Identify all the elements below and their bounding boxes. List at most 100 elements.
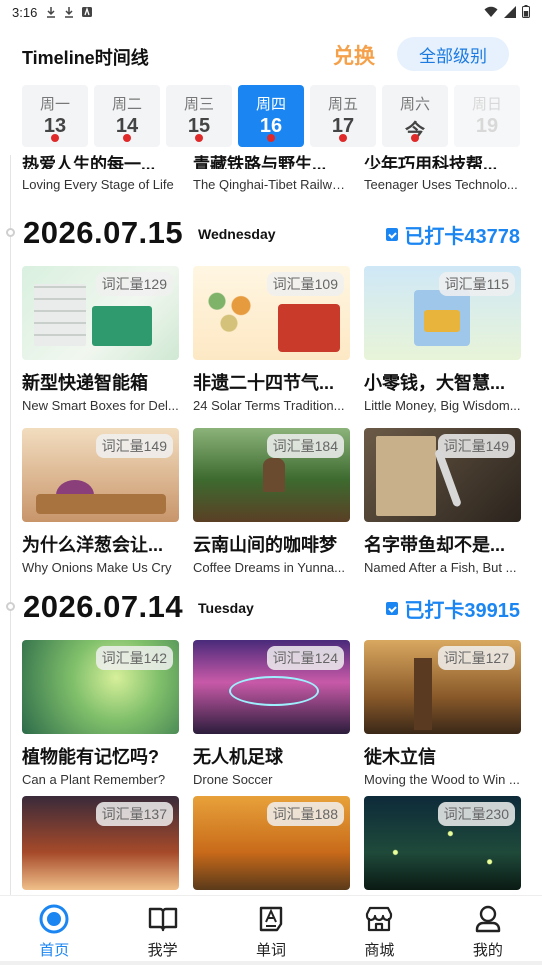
timeline-line <box>10 155 11 895</box>
article-card[interactable]: 词汇量149 为什么洋葱会让... Why Onions Make Us Cry <box>22 428 179 578</box>
timeline-dot <box>6 228 15 237</box>
article-card[interactable]: 词汇量129 新型快递智能箱 New Smart Boxes for Del..… <box>22 266 179 416</box>
exchange-button[interactable]: 兑换 <box>333 40 375 70</box>
day-name: 周五 <box>327 96 358 113</box>
checkin-dot <box>267 134 275 142</box>
book-icon <box>148 907 177 932</box>
checkin-dot <box>339 134 347 142</box>
article-subtitle: Drone Soccer <box>193 772 273 787</box>
day-tab-selected[interactable]: 周四 16 <box>238 85 304 147</box>
article-row-partial: 热爱人生的每一... Loving Every Stage of Life 青藏… <box>22 155 522 205</box>
article-row: 词汇量129 新型快递智能箱 New Smart Boxes for Del..… <box>22 266 522 416</box>
article-subtitle: Little Money, Big Wisdom... <box>364 398 521 413</box>
day-tab[interactable]: 周二 14 <box>94 85 160 147</box>
status-time: 3:16 <box>12 4 38 20</box>
article-thumbnail: 词汇量124 <box>193 640 350 734</box>
article-thumbnail: 词汇量149 <box>22 428 179 522</box>
article-thumbnail: 词汇量129 <box>22 266 179 360</box>
article-title: 为什么洋葱会让... <box>22 535 164 555</box>
article-card[interactable]: 词汇量115 小零钱，大智慧... Little Money, Big Wisd… <box>364 266 521 416</box>
article-card[interactable]: 词汇量188 <box>193 796 350 895</box>
nav-study[interactable]: 我学 <box>108 896 216 965</box>
timeline-dot <box>6 602 15 611</box>
article-thumbnail: 词汇量142 <box>22 640 179 734</box>
vocab-badge: 词汇量142 <box>95 646 173 670</box>
article-thumbnail: 词汇量137 <box>22 796 179 890</box>
article-card[interactable]: 词汇量142 植物能有记忆吗? Can a Plant Remember? <box>22 640 179 790</box>
bottom-nav: 首页 我学 单词 商城 我的 <box>0 895 542 965</box>
checkin-dot <box>123 134 131 142</box>
article-card[interactable]: 少年巧用科技帮... Teenager Uses Technolo... <box>364 155 520 192</box>
download-icon <box>47 7 56 18</box>
signal-icon <box>504 5 516 18</box>
day-tab-today[interactable]: 周六今 <box>382 85 448 147</box>
wifi-icon <box>484 6 498 17</box>
day-tab[interactable]: 周一 13 <box>22 85 88 147</box>
article-thumbnail: 词汇量109 <box>193 266 350 360</box>
day-name: 周二 <box>111 96 142 113</box>
header: Timeline时间线 兑换 全部级别 <box>0 34 542 74</box>
checkin-icon <box>386 602 399 615</box>
day-tab[interactable]: 周五 17 <box>310 85 376 147</box>
article-subtitle: Can a Plant Remember? <box>22 772 166 787</box>
level-filter-button[interactable]: 全部级别 <box>397 37 509 71</box>
vocab-badge: 词汇量149 <box>437 434 515 458</box>
nav-words[interactable]: 单词 <box>217 896 325 965</box>
home-icon <box>39 904 69 934</box>
checkin-text: 已打卡39915 <box>404 600 520 622</box>
article-card[interactable]: 词汇量184 云南山间的咖啡梦 Coffee Dreams in Yunna..… <box>193 428 350 578</box>
day-name: 周一 <box>39 96 70 113</box>
article-title: 徙木立信 <box>364 747 436 767</box>
article-title: 植物能有记忆吗? <box>22 747 159 767</box>
article-card[interactable]: 词汇量109 非遗二十四节气... 24 Solar Terms Traditi… <box>193 266 350 416</box>
checkin-dot <box>411 134 419 142</box>
nav-home[interactable]: 首页 <box>0 896 108 965</box>
checkin-dot <box>51 134 59 142</box>
shop-icon <box>366 906 393 932</box>
article-card[interactable]: 词汇量149 名字带鱼却不是... Named After a Fish, Bu… <box>364 428 521 578</box>
article-subtitle: 24 Solar Terms Tradition... <box>193 398 345 413</box>
day-name: 周日 <box>471 96 502 113</box>
day-name: 周六 <box>399 96 430 113</box>
article-card[interactable]: 词汇量127 徙木立信 Moving the Wood to Win ... <box>364 640 521 790</box>
article-row: 词汇量142 植物能有记忆吗? Can a Plant Remember? 词汇… <box>22 640 522 790</box>
article-title: 非遗二十四节气... <box>193 373 335 393</box>
article-card[interactable]: 词汇量137 <box>22 796 179 895</box>
article-subtitle: Teenager Uses Technolo... <box>364 177 518 192</box>
download-icon <box>65 7 74 18</box>
checkin-icon <box>386 228 399 241</box>
section-weekday: Wednesday <box>198 226 276 242</box>
date-header: 2026.07.14 Tuesday 已打卡39915 <box>0 587 542 627</box>
article-card[interactable]: 青藏铁路与野生... The Qinghai-Tibet Railwa... <box>193 155 349 192</box>
vocab-badge: 词汇量230 <box>437 802 515 826</box>
article-thumbnail: 词汇量230 <box>364 796 521 890</box>
article-title: 云南山间的咖啡梦 <box>193 535 337 555</box>
day-name: 周四 <box>255 96 286 113</box>
article-title: 青藏铁路与野生... <box>193 155 327 169</box>
nav-label: 我的 <box>472 942 503 959</box>
article-card[interactable]: 词汇量230 <box>364 796 521 895</box>
article-subtitle: The Qinghai-Tibet Railwa... <box>193 177 349 192</box>
date-header: 2026.07.15 Wednesday 已打卡43778 <box>0 213 542 253</box>
checkin-count: 已打卡43778 <box>386 220 520 249</box>
section-date: 2026.07.15 <box>23 215 184 250</box>
article-title: 名字带鱼却不是... <box>364 535 506 555</box>
article-thumbnail: 词汇量188 <box>193 796 350 890</box>
app-notification-icon <box>82 6 93 17</box>
vocab-badge: 词汇量149 <box>95 434 173 458</box>
word-icon <box>259 906 283 932</box>
vocab-badge: 词汇量129 <box>95 272 173 296</box>
article-title: 新型快递智能箱 <box>22 373 148 393</box>
article-title: 热爱人生的每一... <box>22 155 156 169</box>
article-card[interactable]: 词汇量124 无人机足球 Drone Soccer <box>193 640 350 790</box>
article-card[interactable]: 热爱人生的每一... Loving Every Stage of Life <box>22 155 178 192</box>
day-tab[interactable]: 周三 15 <box>166 85 232 147</box>
nav-profile[interactable]: 我的 <box>434 896 542 965</box>
article-subtitle: Loving Every Stage of Life <box>22 177 174 192</box>
timeline-feed[interactable]: 热爱人生的每一... Loving Every Stage of Life 青藏… <box>0 155 542 895</box>
nav-shop[interactable]: 商城 <box>325 896 433 965</box>
day-name: 周三 <box>183 96 214 113</box>
checkin-text: 已打卡43778 <box>404 226 520 248</box>
profile-icon <box>475 905 501 933</box>
article-thumbnail: 词汇量149 <box>364 428 521 522</box>
